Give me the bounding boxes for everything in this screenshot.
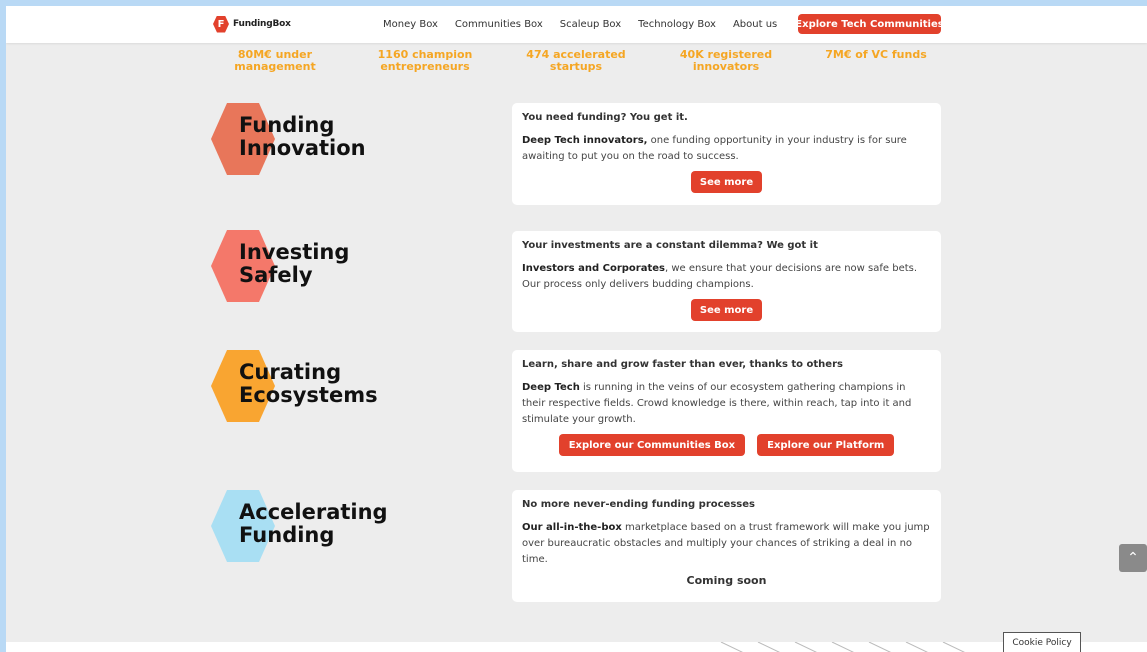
stat-vc-funds: 7M€ of VC funds — [801, 49, 951, 61]
stat-registered-innovators: 40K registered innovators — [651, 49, 801, 73]
card-text-lead: Investors and Corporates — [522, 263, 665, 274]
card-heading: You need funding? You get it. — [522, 112, 688, 123]
stat-line: management — [234, 60, 316, 73]
stat-accelerated-startups: 474 accelerated startups — [501, 49, 651, 73]
section-title-line: Funding — [239, 523, 335, 547]
logo[interactable]: F FundingBox — [213, 14, 291, 34]
info-card-ecosystems: Learn, share and grow faster than ever, … — [512, 350, 941, 472]
button-row: See more — [522, 299, 931, 321]
button-row: Explore our Communities Box Explore our … — [522, 434, 931, 456]
info-card-investing: Your investments are a constant dilemma?… — [512, 231, 941, 332]
info-card-funding: You need funding? You get it. Deep Tech … — [512, 103, 941, 205]
section-title-curating-ecosystems: Curating Ecosystems — [239, 361, 378, 407]
card-text-lead: Our all-in-the-box — [522, 522, 622, 533]
nav-communities-box[interactable]: Communities Box — [455, 19, 543, 30]
section-title-accelerating-funding: Accelerating Funding — [239, 501, 388, 547]
stat-line: 7M€ of VC funds — [825, 48, 927, 61]
page: F FundingBox Money Box Communities Box S… — [6, 6, 1147, 652]
section-title-line: Curating — [239, 360, 342, 384]
explore-communities-box-button[interactable]: Explore our Communities Box — [558, 434, 746, 456]
section-title-line: Investing — [239, 240, 350, 264]
scroll-to-top-button[interactable]: ⌃ — [1119, 544, 1147, 572]
explore-tech-communities-button[interactable]: Explore Tech Communities — [795, 14, 944, 34]
explore-platform-button[interactable]: Explore our Platform — [757, 434, 895, 456]
see-more-button[interactable]: See more — [691, 299, 762, 321]
stat-under-management: 80M€ under management — [200, 49, 350, 73]
card-text: Deep Tech innovators, one funding opport… — [522, 133, 931, 165]
main-nav: Money Box Communities Box Scaleup Box Te… — [383, 14, 794, 34]
stat-line: entrepreneurs — [380, 60, 470, 73]
card-heading: Your investments are a constant dilemma?… — [522, 240, 818, 251]
section-title-line: Safely — [239, 263, 313, 287]
card-heading: No more never-ending funding processes — [522, 499, 755, 510]
nav-money-box[interactable]: Money Box — [383, 19, 438, 30]
info-card-accelerating: No more never-ending funding processes O… — [512, 490, 941, 602]
section-title-line: Innovation — [239, 136, 366, 160]
chevron-up-icon: ⌃ — [1127, 550, 1139, 566]
card-text: Investors and Corporates, we ensure that… — [522, 261, 931, 293]
section-title-investing-safely: Investing Safely — [239, 241, 349, 287]
card-text-lead: Deep Tech innovators, — [522, 135, 648, 146]
section-title-line: Funding — [239, 113, 335, 137]
stat-champion-entrepreneurs: 1160 champion entrepreneurs — [350, 49, 500, 73]
card-text-body: is running in the veins of our ecosystem… — [522, 382, 912, 425]
decorative-lines — [720, 642, 965, 652]
top-nav-bar: F FundingBox Money Box Communities Box S… — [6, 6, 1147, 43]
card-heading: Learn, share and grow faster than ever, … — [522, 359, 843, 370]
card-text: Deep Tech is running in the veins of our… — [522, 380, 931, 428]
section-title-line: Accelerating — [239, 500, 388, 524]
logo-icon: F — [213, 15, 229, 33]
section-title-line: Ecosystems — [239, 383, 378, 407]
stat-line: startups — [549, 60, 603, 73]
footer-band — [6, 642, 1147, 652]
nav-technology-box[interactable]: Technology Box — [638, 19, 716, 30]
cookie-policy-button[interactable]: Cookie Policy — [1003, 632, 1081, 652]
nav-scaleup-box[interactable]: Scaleup Box — [560, 19, 621, 30]
coming-soon-label: Coming soon — [686, 574, 767, 587]
card-text-lead: Deep Tech — [522, 382, 580, 393]
stat-line: innovators — [692, 60, 760, 73]
nav-about-us[interactable]: About us — [733, 19, 777, 30]
see-more-button[interactable]: See more — [691, 171, 762, 193]
button-row: See more — [522, 171, 931, 193]
logo-text: FundingBox — [233, 19, 291, 29]
section-title-funding-innovation: Funding Innovation — [239, 114, 366, 160]
card-text: Our all-in-the-box marketplace based on … — [522, 520, 931, 568]
